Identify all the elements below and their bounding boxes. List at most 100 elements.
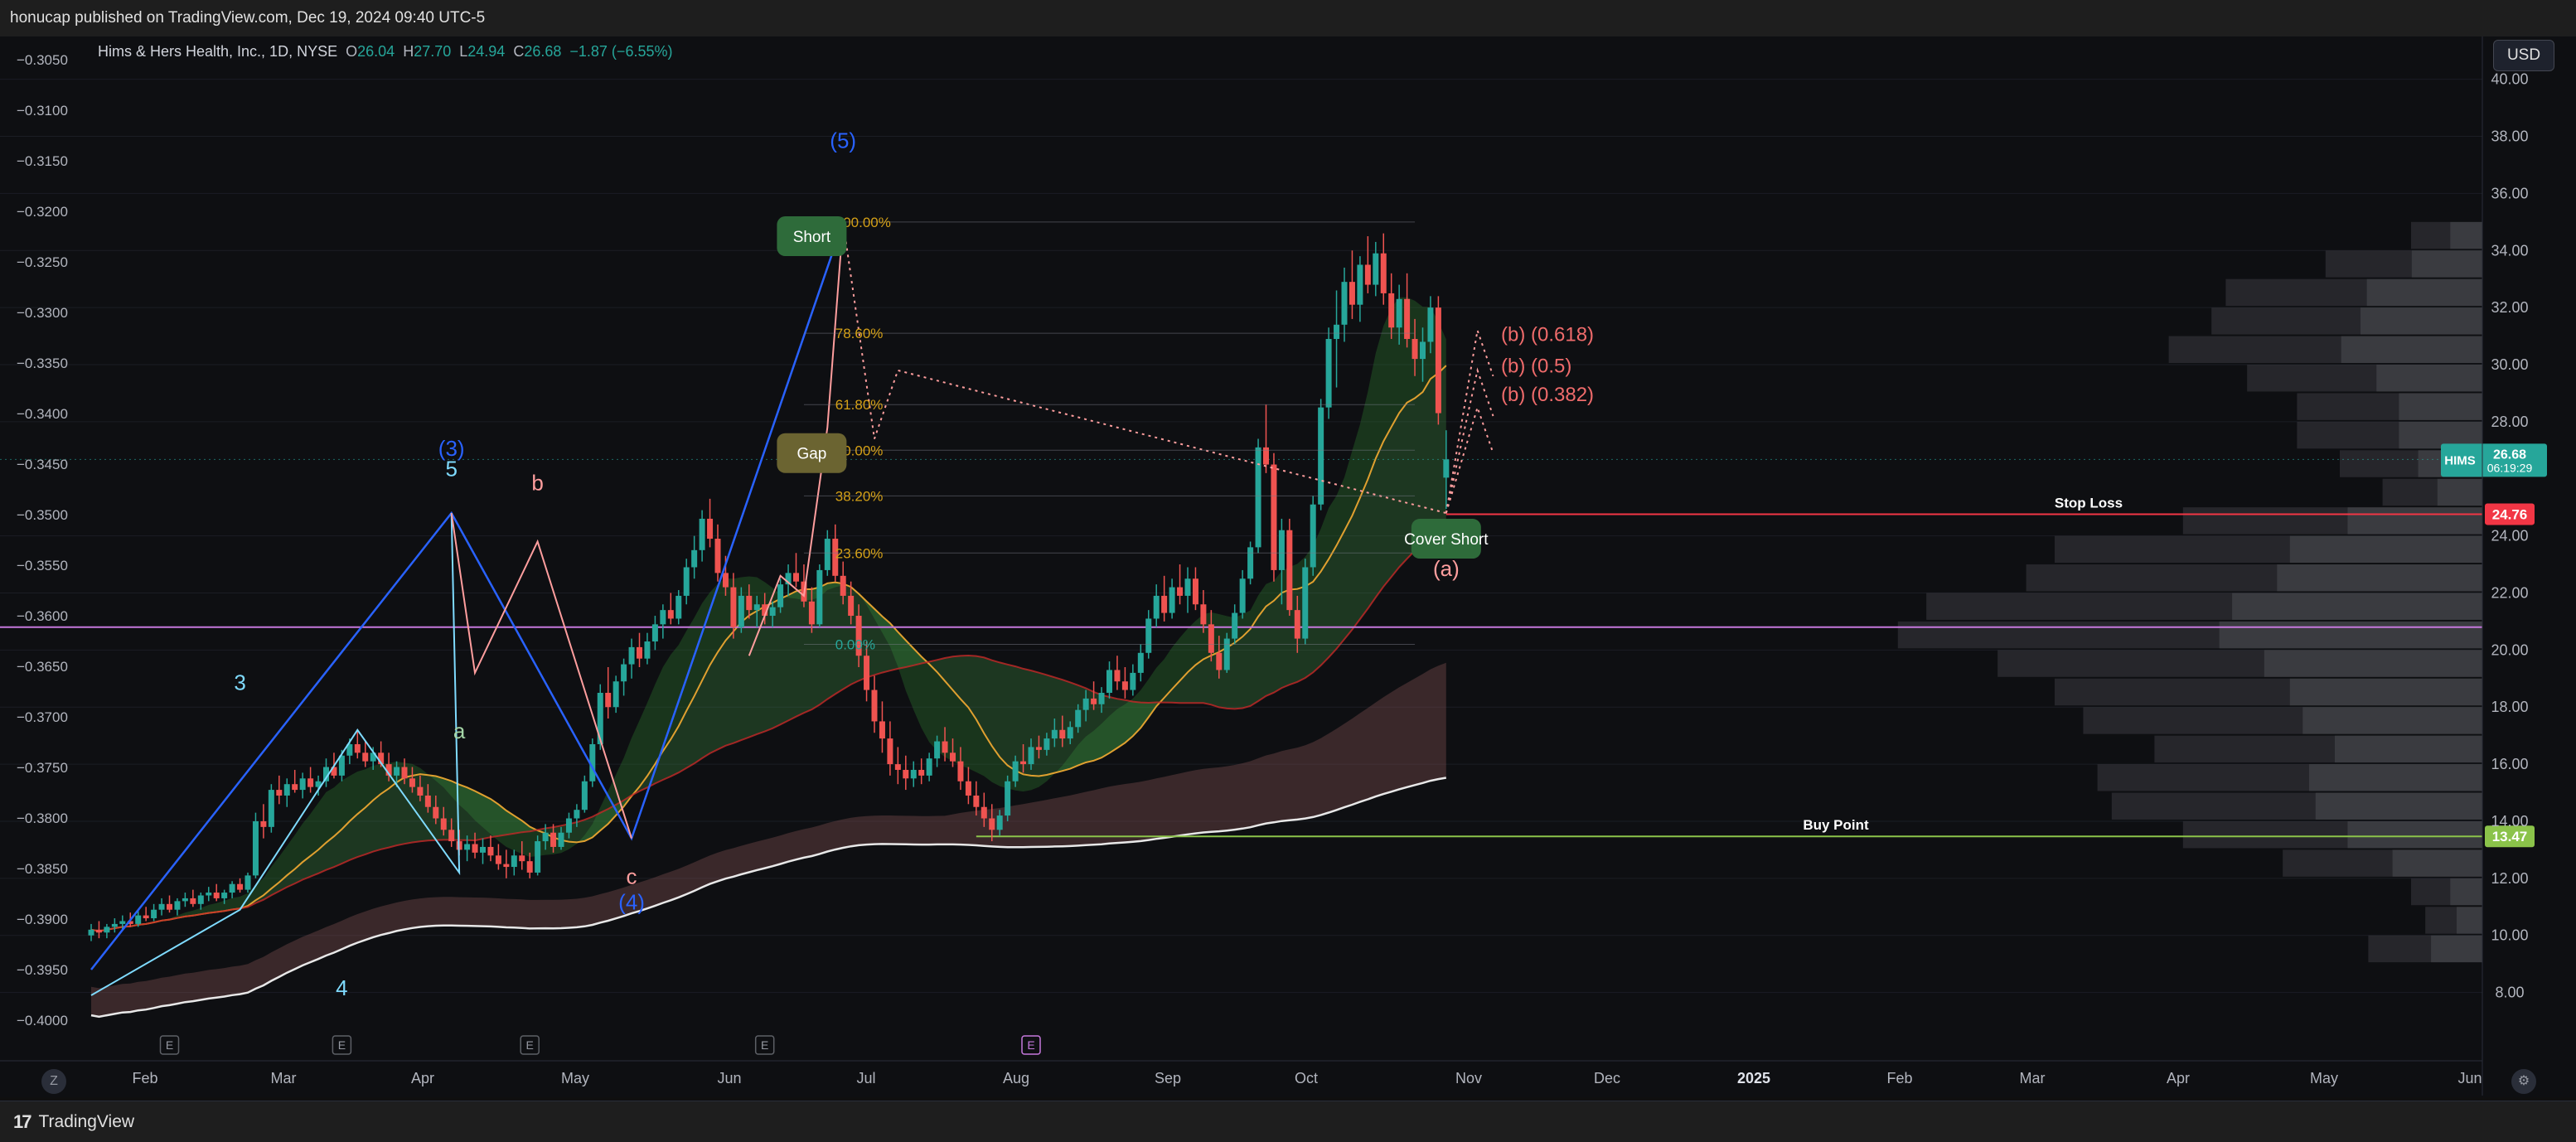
candle-body [1208,624,1214,653]
candle-body [362,752,369,762]
candle-body [401,767,408,779]
right-axis-tick: 36.00 [2491,185,2528,201]
candle-body [417,786,424,796]
x-axis-label: Sep [1155,1070,1181,1086]
candle-body [1420,341,1426,360]
candle-body [1435,307,1441,414]
candle-body [151,909,157,919]
wave-label: a [453,719,466,743]
candle-body [213,893,220,898]
left-axis-tick: −0.3500 [17,507,68,523]
cover-short-callout: Cover Short [1404,531,1489,549]
currency-button[interactable]: USD [2493,40,2554,71]
candle-body [707,518,714,540]
candle-body [1373,253,1379,285]
x-axis-label: Oct [1295,1070,1318,1086]
candle-body [119,921,126,924]
candle-body [1216,652,1223,670]
candle-body [957,761,964,781]
candle-body [1028,747,1034,765]
volume-profile-bar-inner [2376,365,2482,392]
candle-body [174,901,181,910]
zoom-reset-button[interactable]: Z [41,1069,66,1094]
left-axis-tick: −0.3650 [17,659,68,675]
candle-body [1411,339,1418,360]
symbol-legend: Hims & Hers Health, Inc., 1D, NYSE O26.0… [98,43,672,60]
candle-body [424,795,431,807]
legend-open: 26.04 [357,43,395,60]
volume-profile-bar-inner [2360,307,2482,335]
candle-body [464,844,471,850]
left-axis-tick: −0.3600 [17,608,68,624]
candle-body [1232,612,1238,639]
x-axis-label: Jun [2457,1070,2482,1086]
left-axis-tick: −0.3100 [17,103,68,119]
fib-label: 61.80% [835,397,884,413]
candle-body [252,820,259,876]
candle-body [769,607,776,617]
wave-label: c [627,864,637,889]
volume-profile-bar-inner [2392,849,2482,877]
candle-body [1035,747,1042,750]
candle-body [918,769,925,776]
candle-body [292,784,298,791]
candlestick-chart[interactable]: Stop Loss24.76Buy Point13.47 100.00%78.6… [0,0,2576,1141]
legend-high: 27.70 [414,43,452,60]
legend-symbol: Hims & Hers Health, Inc., 1D, NYSE [98,43,338,60]
candle-body [190,898,196,904]
candle-body [675,595,682,619]
candle-body [1098,693,1105,704]
candle-body [864,656,870,690]
left-axis-tick: −0.3400 [17,406,68,422]
volume-profile-bar-inner [2277,564,2482,592]
candle-body [503,864,510,868]
candle-body [88,929,94,936]
candle-body [1169,587,1175,613]
candle-body [448,830,455,842]
price-level-tag-text: 13.47 [2492,829,2528,844]
tradingview-brand[interactable]: 17 TradingView [13,1111,134,1133]
volume-profile [1897,221,2482,963]
left-axis-tick: −0.3350 [17,356,68,371]
candle-body [1388,293,1395,328]
candle-body [981,806,987,819]
settings-gear-icon[interactable]: ⚙ [2511,1069,2536,1094]
candle-body [283,784,290,796]
candle-body [848,595,855,617]
candle-body [605,693,612,708]
price-level-label: Buy Point [1803,817,1869,833]
x-axis-label: 2025 [1737,1070,1770,1086]
right-axis-tick: 28.00 [2491,414,2528,430]
left-axis-tick: −0.3950 [17,962,68,978]
price-level-label: Stop Loss [2055,495,2123,511]
fib-label: 0.00% [835,636,875,652]
right-axis-tick: 18.00 [2491,699,2528,715]
candle-body [433,806,439,819]
candle-body [722,573,729,588]
earnings-marker-text: E [1027,1038,1034,1052]
earnings-marker-text: E [166,1038,173,1052]
legend-change: −1.87 (−6.55%) [569,43,673,60]
candle-body [746,595,753,611]
volume-profile-bar-inner [2450,221,2482,249]
candle-body [480,846,486,853]
fib-label: 23.60% [835,545,884,561]
x-axis-label: Dec [1594,1070,1620,1086]
candle-body [660,610,666,625]
candle-body [1223,638,1230,670]
candle-body [950,752,956,762]
volume-profile-bar-inner [2219,621,2482,649]
candle-body [268,790,274,827]
candle-body [95,929,102,933]
wave-label: (a) [1433,556,1460,581]
volume-profile-bar-inner [2334,735,2482,763]
candle-body [1200,604,1207,625]
candle-body [1130,672,1136,690]
candle-body [354,743,361,753]
x-axis-label: Jun [717,1070,741,1086]
volume-profile-bar-inner [2289,535,2482,564]
left-axis-tick: −0.3800 [17,811,68,826]
fib-label: 38.20% [835,488,884,504]
earnings-marker-text: E [761,1038,768,1052]
candle-body [1192,578,1198,605]
